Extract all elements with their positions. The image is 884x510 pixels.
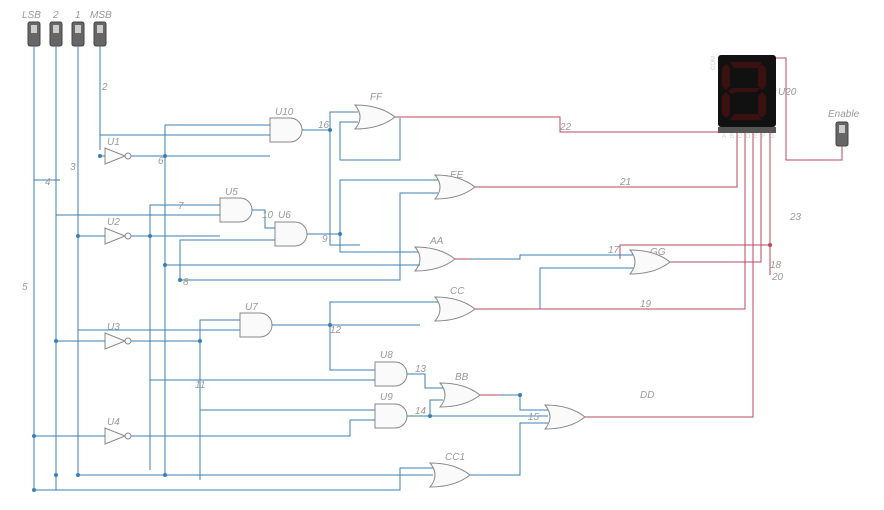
net-9: 9 [322,234,328,245]
u2-label: U2 [107,217,120,228]
u3-label: U3 [107,322,120,333]
u1-label: U1 [107,137,120,148]
net-2: 2 [101,82,108,93]
net-18: 18 [770,260,782,271]
net-16: 16 [318,120,330,131]
pin-a: A [722,134,726,140]
net-7: 7 [178,201,184,212]
pin-f: F [762,134,766,140]
cc-label: CC [450,286,465,297]
dd-label: DD [640,390,654,401]
net-19: 19 [640,299,652,310]
switch-bit2[interactable]: 2 [50,10,62,46]
switch-lsb[interactable]: LSB [22,10,41,46]
gate-u4: U4 [105,417,131,444]
seven-segment-display: A B C D E F G COM U20 [711,55,797,140]
gate-ff: FF [355,92,395,129]
cc1-label: CC1 [445,452,465,463]
net-13: 13 [415,364,427,375]
pin-b: B [730,134,734,140]
schematic-canvas: LSB 2 1 MSB Enable U1 U2 U3 U4 U10 U5 U6… [0,0,884,510]
gate-u7: U7 [240,302,272,337]
gate-u6: U6 [275,210,307,246]
net-17: 17 [608,245,620,256]
gate-cc: CC [435,286,475,321]
net-14: 14 [415,406,427,417]
gate-u8: U8 [375,350,407,386]
msb-label: MSB [90,10,112,21]
switch-bit1[interactable]: 1 [72,10,84,46]
u6-label: U6 [278,210,291,221]
u9-label: U9 [380,392,393,403]
gate-u3: U3 [105,322,131,349]
pin-c: C [738,134,743,140]
u5-label: U5 [225,187,238,198]
net-12: 12 [330,325,342,336]
net-15: 15 [528,412,540,423]
gate-ee: EE [435,170,475,199]
net-20: 20 [771,272,784,283]
pin-g: G [770,134,775,140]
gate-cc1: CC1 [430,452,470,487]
gate-u5: U5 [220,187,252,222]
gate-u1: U1 [105,137,131,164]
gate-u10: U10 [270,107,302,142]
gate-bb: BB [440,372,480,407]
u10-label: U10 [275,107,294,118]
gate-gg: GG [630,247,670,274]
net-11: 11 [195,380,205,391]
net-6: 6 [158,156,164,167]
ff-label: FF [370,92,383,103]
pin-e: E [754,134,758,140]
bb-label: BB [455,372,469,383]
junction-nodes [32,128,772,492]
u7-label: U7 [245,302,258,313]
gate-aa: AA [415,236,455,271]
blue-wires [34,70,633,490]
net-3: 3 [70,162,76,173]
gate-dd: DD [545,390,654,429]
switch-enable[interactable]: Enable [828,109,860,146]
lsb-label: LSB [22,10,41,21]
pin-com: COM [711,56,717,70]
pin-d: D [746,134,751,140]
u8-label: U8 [380,350,393,361]
aa-label: AA [429,236,444,247]
net-22: 22 [559,122,572,133]
gate-u9: U9 [375,392,407,428]
gate-u2: U2 [105,217,131,244]
u20-label: U20 [778,87,797,98]
switch-msb[interactable]: MSB [90,10,112,46]
net-21: 21 [619,177,631,188]
net-5: 5 [22,282,28,293]
net-23: 23 [789,212,802,223]
net-10: 10 [262,210,274,221]
enable-label: Enable [828,109,860,120]
net-4: 4 [45,177,51,188]
bit1-label: 1 [75,10,81,21]
net-8: 8 [183,277,189,288]
u4-label: U4 [107,417,120,428]
bit2-label: 2 [52,10,59,21]
